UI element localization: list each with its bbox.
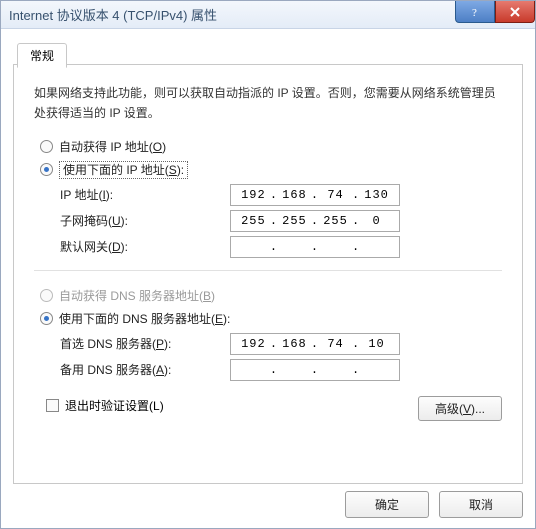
dialog-footer: 确定 取消 [345, 491, 523, 518]
help-button[interactable]: ? [455, 1, 495, 23]
dialog-window: Internet 协议版本 4 (TCP/IPv4) 属性 ? 常规 如果网络支… [0, 0, 536, 529]
radio-icon [40, 140, 53, 153]
ip-address-label: IP 地址(I): [60, 186, 230, 203]
alt-dns-row: 备用 DNS 服务器(A): . . . [60, 359, 502, 381]
ok-button[interactable]: 确定 [345, 491, 429, 518]
cancel-button[interactable]: 取消 [439, 491, 523, 518]
tab-general[interactable]: 常规 [17, 43, 67, 68]
ip-address-row: IP 地址(I): 192. 168. 74. 130 [60, 184, 502, 206]
radio-manual-dns-label: 使用下面的 DNS 服务器地址(E): [59, 310, 230, 327]
radio-auto-dns: 自动获得 DNS 服务器地址(B) [40, 287, 502, 304]
tab-panel: 如果网络支持此功能，则可以获取自动指派的 IP 设置。否则，您需要从网络系统管理… [13, 64, 523, 484]
alt-dns-label: 备用 DNS 服务器(A): [60, 361, 230, 378]
gateway-input[interactable]: . . . [230, 236, 400, 258]
radio-manual-dns[interactable]: 使用下面的 DNS 服务器地址(E): [40, 310, 502, 327]
dialog-body: 常规 如果网络支持此功能，则可以获取自动指派的 IP 设置。否则，您需要从网络系… [1, 29, 535, 493]
gateway-label: 默认网关(D): [60, 238, 230, 255]
subnet-mask-input[interactable]: 255. 255. 255. 0 [230, 210, 400, 232]
window-buttons: ? [455, 1, 535, 23]
pref-dns-input[interactable]: 192. 168. 74. 10 [230, 333, 400, 355]
ip-address-input[interactable]: 192. 168. 74. 130 [230, 184, 400, 206]
subnet-mask-row: 子网掩码(U): 255. 255. 255. 0 [60, 210, 502, 232]
checkbox-icon [46, 399, 59, 412]
radio-auto-ip-label: 自动获得 IP 地址(O) [59, 138, 166, 155]
radio-auto-dns-label: 自动获得 DNS 服务器地址(B) [59, 287, 215, 304]
radio-icon [40, 163, 53, 176]
subnet-mask-label: 子网掩码(U): [60, 212, 230, 229]
window-title: Internet 协议版本 4 (TCP/IPv4) 属性 [9, 5, 217, 24]
tab-strip: 常规 [13, 39, 523, 63]
radio-icon [40, 312, 53, 325]
validate-label: 退出时验证设置(L) [65, 397, 164, 414]
pref-dns-label: 首选 DNS 服务器(P): [60, 335, 230, 352]
advanced-button[interactable]: 高级(V)... [418, 396, 502, 421]
radio-auto-ip[interactable]: 自动获得 IP 地址(O) [40, 138, 502, 155]
description-text: 如果网络支持此功能，则可以获取自动指派的 IP 设置。否则，您需要从网络系统管理… [34, 83, 502, 124]
radio-icon [40, 289, 53, 302]
alt-dns-input[interactable]: . . . [230, 359, 400, 381]
dns-group: 自动获得 DNS 服务器地址(B) 使用下面的 DNS 服务器地址(E): 首选… [34, 270, 502, 381]
radio-manual-ip-label: 使用下面的 IP 地址(S): [59, 161, 188, 178]
svg-text:?: ? [472, 7, 477, 18]
gateway-row: 默认网关(D): . . . [60, 236, 502, 258]
pref-dns-row: 首选 DNS 服务器(P): 192. 168. 74. 10 [60, 333, 502, 355]
radio-manual-ip[interactable]: 使用下面的 IP 地址(S): [40, 161, 502, 178]
titlebar[interactable]: Internet 协议版本 4 (TCP/IPv4) 属性 ? [1, 1, 535, 29]
close-button[interactable] [495, 1, 535, 23]
ip-group: 自动获得 IP 地址(O) 使用下面的 IP 地址(S): IP 地址(I): [34, 138, 502, 258]
